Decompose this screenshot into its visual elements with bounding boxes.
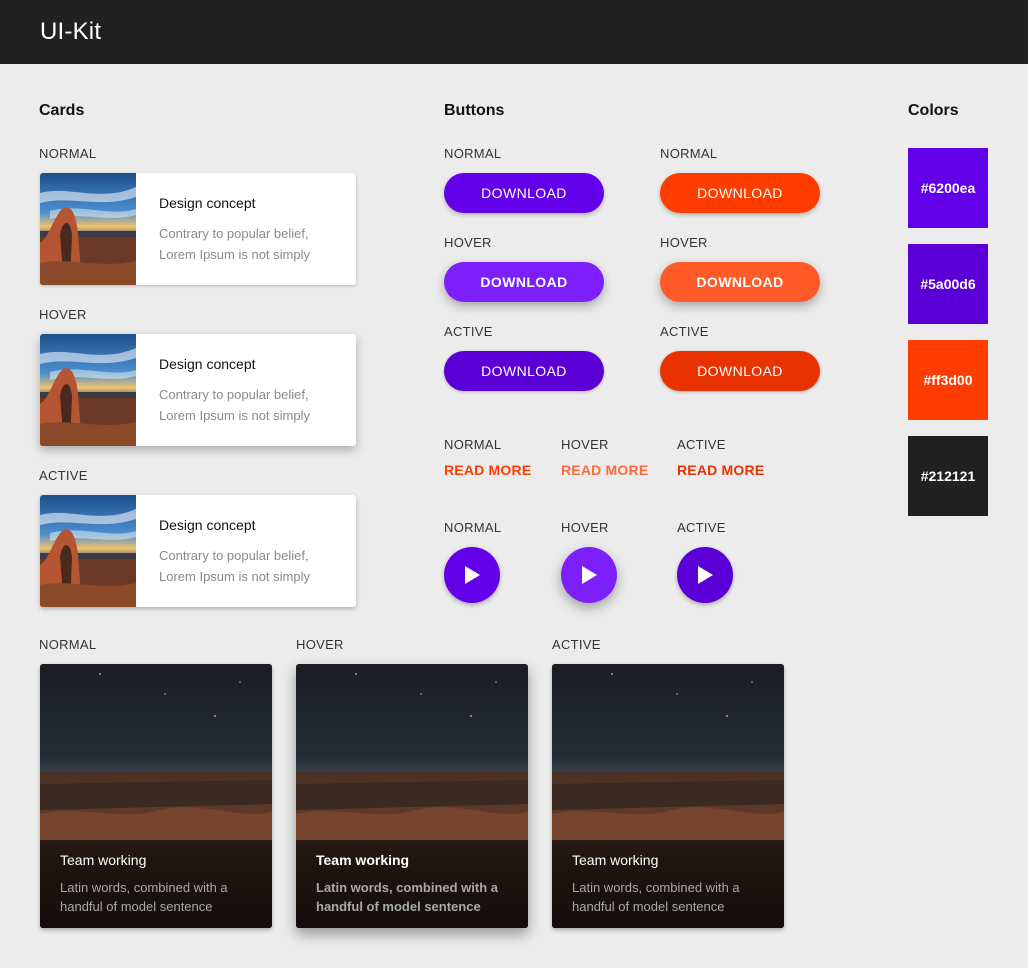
download-button-purple-hover[interactable]: DOWNLOAD (444, 262, 604, 302)
color-swatch-6200ea: #6200ea (908, 148, 988, 228)
image-card-title: Team working (572, 852, 659, 868)
image-card-description-line-2: handful of model sentence (316, 899, 481, 914)
card-arch-image (40, 173, 136, 285)
read-more-link-normal[interactable]: READ MORE (444, 462, 531, 478)
card-title: Design concept (159, 195, 256, 211)
read-more-link-hover[interactable]: READ MORE (561, 462, 648, 478)
card-description-line-2: Lorem Ipsum is not simply (159, 569, 310, 584)
image-card-title: Team working (316, 852, 410, 868)
image-card-normal[interactable]: Team working Latin words, combined with … (40, 664, 272, 928)
card-description-line-1: Contrary to popular belief, (159, 548, 309, 563)
play-icon (698, 566, 713, 584)
card-arch-image (40, 495, 136, 607)
fab-hover-label: HOVER (561, 520, 609, 535)
read-more-link-active[interactable]: READ MORE (677, 462, 764, 478)
card-description: Contrary to popular belief, Lorem Ipsum … (159, 384, 339, 426)
image-card-description-line-1: Latin words, combined with a (316, 880, 499, 895)
download-button-orange-active[interactable]: DOWNLOAD (660, 351, 820, 391)
image-card-hover-label: HOVER (296, 637, 344, 652)
card-active-label: ACTIVE (39, 468, 88, 483)
image-card-hover[interactable]: Team working Latin words, combined with … (296, 664, 528, 928)
download-button-purple-normal[interactable]: DOWNLOAD (444, 173, 604, 213)
card-description: Contrary to popular belief, Lorem Ipsum … (159, 223, 339, 265)
app-title: UI-Kit (40, 18, 102, 45)
image-card-description: Latin words, combined with a handful of … (60, 878, 260, 916)
image-card-description-line-1: Latin words, combined with a (60, 880, 228, 895)
card-hover-label: HOVER (39, 307, 87, 322)
link-active-label: ACTIVE (677, 437, 726, 452)
fab-normal-label: NORMAL (444, 520, 502, 535)
download-button-purple-active[interactable]: DOWNLOAD (444, 351, 604, 391)
horizontal-card-active[interactable]: Design concept Contrary to popular belie… (40, 495, 356, 607)
fab-active-label: ACTIVE (677, 520, 726, 535)
image-card-description-line-2: handful of model sentence (572, 899, 725, 914)
link-normal-label: NORMAL (444, 437, 502, 452)
orange-active-label: ACTIVE (660, 324, 709, 339)
image-card-description: Latin words, combined with a handful of … (316, 878, 516, 916)
image-card-description: Latin words, combined with a handful of … (572, 878, 772, 916)
image-card-title: Team working (60, 852, 147, 868)
card-description-line-1: Contrary to popular belief, (159, 387, 309, 402)
purple-active-label: ACTIVE (444, 324, 493, 339)
color-swatch-5a00d6: #5a00d6 (908, 244, 988, 324)
card-description-line-2: Lorem Ipsum is not simply (159, 247, 310, 262)
play-icon (582, 566, 597, 584)
colors-heading: Colors (908, 102, 959, 119)
play-icon (465, 566, 480, 584)
image-card-active-label: ACTIVE (552, 637, 601, 652)
card-title: Design concept (159, 356, 256, 372)
card-normal-label: NORMAL (39, 146, 97, 161)
image-card-description-line-2: handful of model sentence (60, 899, 213, 914)
play-button-normal[interactable] (444, 547, 500, 603)
play-button-hover[interactable] (561, 547, 617, 603)
play-button-active[interactable] (677, 547, 733, 603)
image-card-description-line-1: Latin words, combined with a (572, 880, 740, 895)
purple-hover-label: HOVER (444, 235, 492, 250)
card-description-line-2: Lorem Ipsum is not simply (159, 408, 310, 423)
card-arch-image (40, 334, 136, 446)
orange-hover-label: HOVER (660, 235, 708, 250)
orange-normal-label: NORMAL (660, 146, 718, 161)
card-description-line-1: Contrary to popular belief, (159, 226, 309, 241)
link-hover-label: HOVER (561, 437, 609, 452)
cards-heading: Cards (39, 102, 85, 119)
card-title: Design concept (159, 517, 256, 533)
download-button-orange-normal[interactable]: DOWNLOAD (660, 173, 820, 213)
color-swatch-212121: #212121 (908, 436, 988, 516)
buttons-heading: Buttons (444, 102, 505, 119)
download-button-orange-hover[interactable]: DOWNLOAD (660, 262, 820, 302)
purple-normal-label: NORMAL (444, 146, 502, 161)
horizontal-card-normal[interactable]: Design concept Contrary to popular belie… (40, 173, 356, 285)
color-swatch-ff3d00: #ff3d00 (908, 340, 988, 420)
top-app-bar: UI-Kit (0, 0, 1028, 64)
card-description: Contrary to popular belief, Lorem Ipsum … (159, 545, 339, 587)
image-card-normal-label: NORMAL (39, 637, 97, 652)
horizontal-card-hover[interactable]: Design concept Contrary to popular belie… (40, 334, 356, 446)
image-card-active[interactable]: Team working Latin words, combined with … (552, 664, 784, 928)
